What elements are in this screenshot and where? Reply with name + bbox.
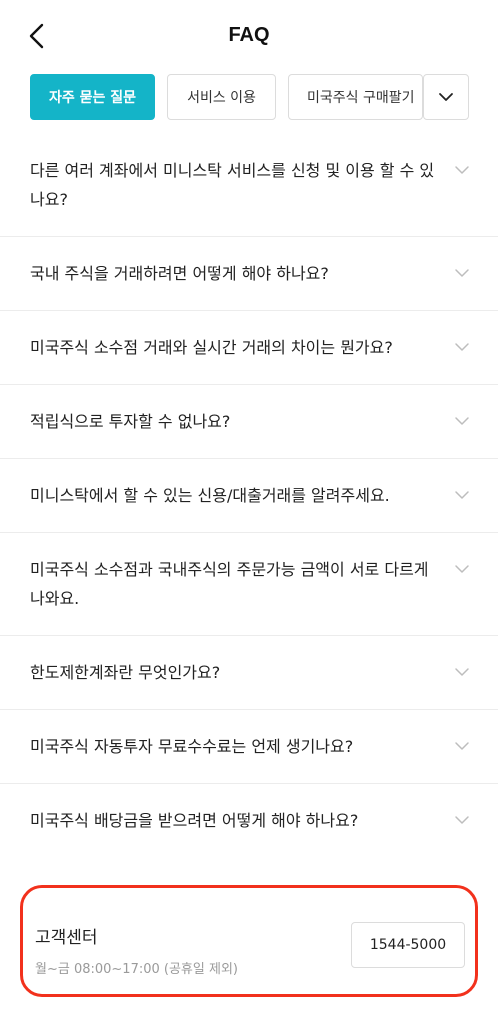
- customer-center-card: 고객센터 월~금 08:00~17:00 (공휴일 제외) 1544-5000: [20, 885, 478, 997]
- chevron-down-icon: [454, 487, 470, 503]
- customer-center-hours: 월~금 08:00~17:00 (공휴일 제외): [35, 962, 238, 977]
- faq-item[interactable]: 국내 주식을 거래하려면 어떻게 해야 하나요?: [0, 237, 498, 311]
- faq-item[interactable]: 적립식으로 투자할 수 없나요?: [0, 385, 498, 459]
- chevron-down-icon: [439, 93, 453, 101]
- chevron-down-icon: [454, 561, 470, 577]
- faq-item[interactable]: 미니스탁에서 할 수 있는 신용/대출거래를 알려주세요.: [0, 459, 498, 533]
- tabs-expand-button[interactable]: [423, 74, 469, 120]
- call-customer-center-button[interactable]: 1544-5000: [351, 922, 465, 968]
- faq-question: 미니스탁에서 할 수 있는 신용/대출거래를 알려주세요.: [30, 486, 390, 505]
- faq-list: 다른 여러 계좌에서 미니스탁 서비스를 신청 및 이용 할 수 있나요? 국내…: [0, 134, 498, 857]
- chevron-down-icon: [454, 265, 470, 281]
- faq-question: 미국주식 소수점 거래와 실시간 거래의 차이는 뭔가요?: [30, 338, 393, 357]
- chevron-down-icon: [454, 339, 470, 355]
- faq-item[interactable]: 미국주식 자동투자 무료수수료는 언제 생기나요?: [0, 710, 498, 784]
- faq-item[interactable]: 미국주식 소수점 거래와 실시간 거래의 차이는 뭔가요?: [0, 311, 498, 385]
- faq-question: 미국주식 배당금을 받으려면 어떻게 해야 하나요?: [30, 811, 359, 830]
- faq-question: 미국주식 소수점과 국내주식의 주문가능 금액이 서로 다르게 나와요.: [30, 560, 429, 608]
- tab-faq[interactable]: 자주 묻는 질문: [30, 74, 155, 120]
- tab-service-usage[interactable]: 서비스 이용: [167, 74, 276, 120]
- chevron-down-icon: [454, 664, 470, 680]
- faq-question: 국내 주식을 거래하려면 어떻게 해야 하나요?: [30, 264, 329, 283]
- category-tabs: 자주 묻는 질문 서비스 이용 미국주식 구매팔기: [30, 74, 470, 120]
- faq-question: 적립식으로 투자할 수 없나요?: [30, 412, 231, 431]
- header: FAQ: [0, 0, 498, 72]
- chevron-down-icon: [454, 812, 470, 828]
- chevron-down-icon: [454, 413, 470, 429]
- faq-item[interactable]: 다른 여러 계좌에서 미니스탁 서비스를 신청 및 이용 할 수 있나요?: [0, 134, 498, 237]
- faq-question: 다른 여러 계좌에서 미니스탁 서비스를 신청 및 이용 할 수 있나요?: [30, 161, 435, 209]
- faq-item[interactable]: 한도제한계좌란 무엇인가요?: [0, 636, 498, 710]
- tab-us-stock-trading[interactable]: 미국주식 구매팔기: [288, 74, 423, 120]
- chevron-down-icon: [454, 162, 470, 178]
- page-title: FAQ: [228, 24, 270, 46]
- faq-item[interactable]: 미국주식 소수점과 국내주식의 주문가능 금액이 서로 다르게 나와요.: [0, 533, 498, 636]
- chevron-down-icon: [454, 738, 470, 754]
- customer-center-title: 고객센터: [35, 928, 98, 948]
- faq-question: 미국주식 자동투자 무료수수료는 언제 생기나요?: [30, 737, 354, 756]
- faq-question: 한도제한계좌란 무엇인가요?: [30, 663, 221, 682]
- faq-item[interactable]: 미국주식 배당금을 받으려면 어떻게 해야 하나요?: [0, 784, 498, 857]
